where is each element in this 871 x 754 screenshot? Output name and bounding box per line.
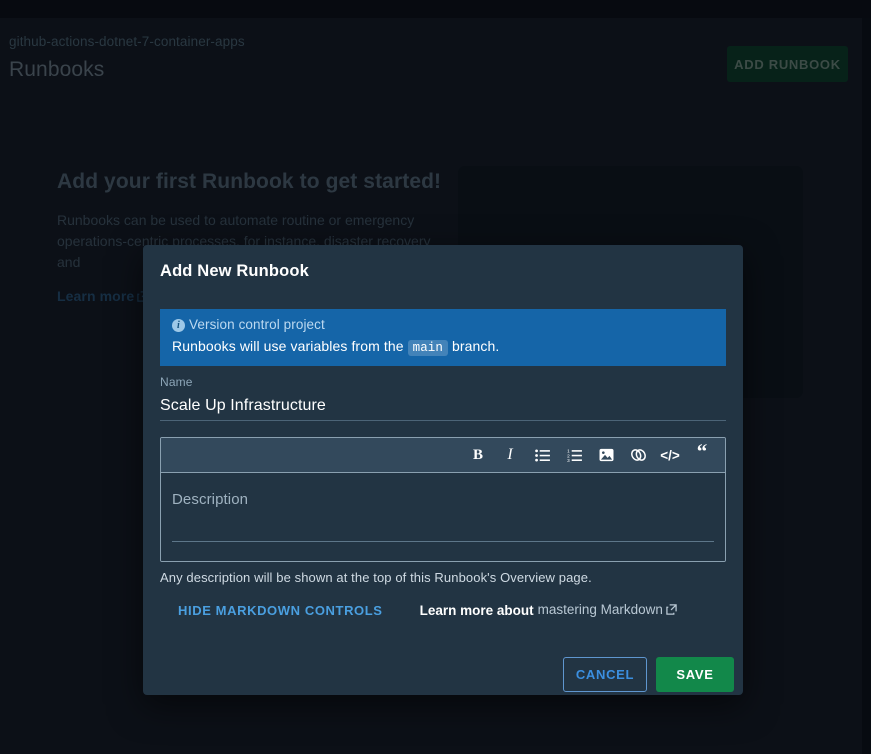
link-icon[interactable] [622,439,654,472]
info-banner-body: Runbooks will use variables from the mai… [172,338,714,356]
branch-name-chip: main [407,340,448,356]
bold-icon[interactable]: B [462,439,494,472]
cancel-button[interactable]: CANCEL [563,657,647,692]
description-markdown-editor: B I 1 2 3 </> “ Description [160,437,726,562]
add-new-runbook-dialog: Add New Runbook i Version control project… [143,245,743,695]
blockquote-icon[interactable]: “ [686,439,718,472]
info-banner-body-suffix: branch. [452,338,500,354]
external-link-icon [666,603,677,618]
editor-underline [172,541,714,542]
description-helper-text: Any description will be shown at the top… [160,570,592,585]
info-banner-body-prefix: Runbooks will use variables from the [172,338,404,354]
name-field-label: Name [160,375,193,389]
bullet-list-icon[interactable] [526,439,558,472]
learn-more-about-label: Learn more about [419,602,534,618]
description-placeholder: Description [172,491,249,508]
code-icon[interactable]: </> [654,439,686,472]
dialog-title: Add New Runbook [160,262,309,280]
image-icon[interactable] [590,439,622,472]
info-banner-title: i Version control project [172,317,714,332]
name-input[interactable] [160,391,726,421]
mastering-markdown-link[interactable]: mastering Markdown [538,602,677,618]
description-textarea[interactable]: Description [161,474,725,561]
markdown-toolbar: B I 1 2 3 </> “ [161,438,725,473]
dialog-footer: CANCEL SAVE [143,649,743,695]
mastering-markdown-label: mastering Markdown [537,602,663,617]
svg-text:3: 3 [567,458,570,462]
save-button[interactable]: SAVE [656,657,734,692]
numbered-list-icon[interactable]: 1 2 3 [558,439,590,472]
version-control-info-banner: i Version control project Runbooks will u… [160,309,726,366]
info-banner-title-text: Version control project [189,317,325,332]
info-circle-icon: i [172,319,185,332]
markdown-controls-row: HIDE MARKDOWN CONTROLS Learn more about … [160,602,726,618]
hide-markdown-controls-button[interactable]: HIDE MARKDOWN CONTROLS [178,603,383,618]
italic-icon[interactable]: I [494,439,526,472]
